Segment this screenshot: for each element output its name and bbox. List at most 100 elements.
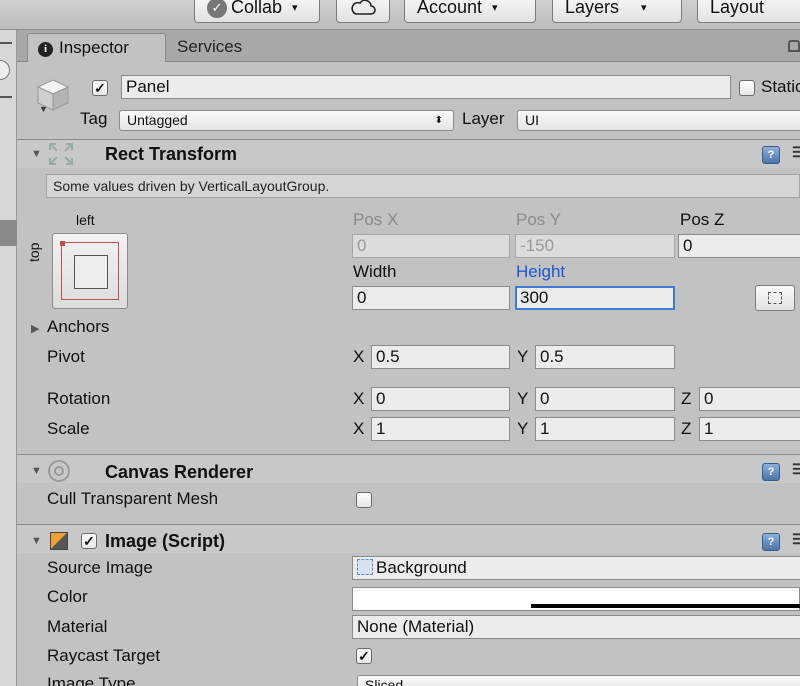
- color-field[interactable]: [352, 587, 800, 611]
- anchors-label[interactable]: Anchors: [47, 317, 109, 337]
- static-label: Static: [761, 77, 800, 96]
- height-field[interactable]: 300: [515, 286, 675, 310]
- foldout-arrow-icon[interactable]: ▼: [31, 535, 42, 547]
- cull-transparent-mesh-label: Cull Transparent Mesh: [47, 489, 219, 508]
- image-type-label: Image Type: [47, 674, 136, 686]
- anchor-vertical-label: top: [26, 242, 42, 262]
- menu-icon[interactable]: [0, 96, 12, 98]
- rotation-x-field[interactable]: 0: [371, 387, 510, 411]
- settings-menu-icon[interactable]: ☰: [792, 144, 800, 161]
- pos-x-field: 0: [352, 234, 510, 258]
- search-icon[interactable]: [0, 60, 10, 80]
- rotation-y-field[interactable]: 0: [535, 387, 675, 411]
- material-field[interactable]: None (Material): [352, 615, 800, 639]
- image-type-value: Sliced: [365, 677, 404, 686]
- rect-transform-title: Rect Transform: [105, 144, 238, 164]
- tab-inspector[interactable]: i Inspector: [27, 33, 166, 62]
- blueprint-mode-button[interactable]: [755, 285, 795, 311]
- blueprint-icon: [768, 292, 782, 304]
- tab-services-label: Services: [177, 37, 243, 56]
- image-script-title: Image (Script): [105, 531, 226, 551]
- collab-label: Collab: [231, 0, 283, 17]
- rect-transform-icon: [49, 143, 73, 165]
- cloud-button[interactable]: [336, 0, 390, 23]
- scrollbar-thumb[interactable]: [0, 220, 17, 246]
- help-book-icon[interactable]: ?: [762, 463, 780, 481]
- tag-dropdown[interactable]: Untagged ⬍: [119, 110, 454, 131]
- raycast-target-checkbox[interactable]: ✓: [356, 648, 372, 664]
- driven-values-note: Some values driven by VerticalLayoutGrou…: [46, 174, 800, 198]
- anchor-presets-button[interactable]: [52, 233, 128, 309]
- layer-label: Layer: [462, 109, 505, 128]
- canvas-renderer-icon: [48, 460, 70, 482]
- height-label: Height: [516, 262, 566, 281]
- layout-button[interactable]: Layout: [697, 0, 800, 23]
- rotation-y-axis-label: Y: [517, 389, 529, 408]
- rotation-label: Rotation: [47, 389, 111, 408]
- anchor-horizontal-label: left: [76, 212, 95, 228]
- info-icon: i: [38, 42, 53, 57]
- pivot-label: Pivot: [47, 347, 85, 366]
- account-button[interactable]: Account ▾: [404, 0, 536, 23]
- pos-x-label: Pos X: [353, 210, 399, 229]
- tab-inspector-label: Inspector: [59, 38, 129, 57]
- help-book-icon[interactable]: ?: [762, 146, 780, 164]
- image-enabled-checkbox[interactable]: ✓: [81, 533, 97, 549]
- layers-button[interactable]: Layers ▾: [552, 0, 682, 23]
- toolbar: ✓ Collab ▾ Account ▾ Layers ▾ Layout: [0, 0, 800, 30]
- tab-services[interactable]: Services: [177, 36, 242, 58]
- foldout-arrow-icon[interactable]: ▼: [31, 148, 42, 160]
- scale-z-axis-label: Z: [681, 419, 692, 438]
- settings-menu-icon[interactable]: ☰: [792, 461, 800, 478]
- pos-y-field: -150: [515, 234, 675, 258]
- adjacent-panel-edge: [0, 30, 17, 686]
- anchors-foldout-icon[interactable]: ▶: [31, 322, 39, 335]
- cloud-icon: [351, 0, 376, 15]
- source-image-label: Source Image: [47, 558, 153, 577]
- scale-y-field[interactable]: 1: [535, 417, 675, 441]
- image-type-dropdown[interactable]: Sliced: [357, 675, 800, 686]
- tag-value: Untagged: [127, 112, 188, 128]
- collab-button[interactable]: ✓ Collab ▾: [194, 0, 320, 23]
- cull-transparent-mesh-checkbox[interactable]: [356, 492, 372, 508]
- static-checkbox[interactable]: [739, 80, 755, 96]
- chevron-down-icon: ▾: [292, 2, 298, 14]
- help-book-icon[interactable]: ?: [762, 533, 780, 551]
- source-image-value: Background: [376, 558, 467, 577]
- pivot-y-axis-label: Y: [517, 347, 529, 366]
- scale-label: Scale: [47, 419, 90, 438]
- menu-icon[interactable]: [0, 42, 12, 44]
- scale-x-field[interactable]: 1: [371, 417, 510, 441]
- layer-dropdown[interactable]: UI: [517, 110, 800, 131]
- width-field[interactable]: 0: [352, 286, 510, 310]
- pivot-x-field[interactable]: 0.5: [371, 345, 510, 369]
- width-label: Width: [353, 262, 397, 281]
- rotation-x-axis-label: X: [353, 389, 365, 408]
- foldout-arrow-icon[interactable]: ▼: [31, 465, 42, 477]
- pos-z-field[interactable]: 0: [678, 234, 800, 258]
- rotation-z-field[interactable]: 0: [699, 387, 800, 411]
- layer-value: UI: [525, 112, 539, 128]
- tag-label: Tag: [80, 109, 108, 128]
- rotation-z-axis-label: Z: [681, 389, 692, 408]
- active-checkbox[interactable]: ✓: [92, 80, 108, 96]
- layout-label: Layout: [710, 0, 765, 17]
- image-component-icon: [50, 532, 68, 550]
- scale-y-axis-label: Y: [517, 419, 529, 438]
- source-image-field[interactable]: Background: [352, 556, 800, 580]
- chevron-down-icon: ▾: [641, 2, 647, 14]
- updown-arrow-icon: ⬍: [434, 115, 443, 126]
- settings-menu-icon[interactable]: ☰: [792, 531, 800, 548]
- scale-x-axis-label: X: [353, 419, 365, 438]
- material-label: Material: [47, 617, 108, 636]
- pivot-x-axis-label: X: [353, 347, 365, 366]
- dropdown-arrow-icon[interactable]: ▼: [39, 104, 48, 114]
- color-label: Color: [47, 587, 88, 606]
- lock-icon[interactable]: [788, 40, 800, 52]
- name-field[interactable]: Panel: [121, 75, 731, 99]
- pivot-y-field[interactable]: 0.5: [535, 345, 675, 369]
- layers-label: Layers: [565, 0, 620, 17]
- scale-z-field[interactable]: 1: [699, 417, 800, 441]
- anchor-rect-icon: [74, 255, 108, 289]
- anchor-point-icon: [60, 241, 65, 246]
